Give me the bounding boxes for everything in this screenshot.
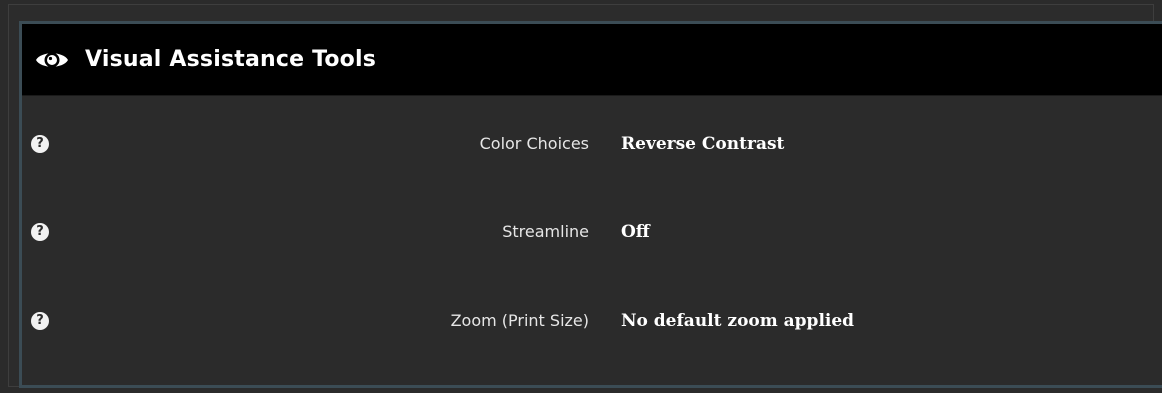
setting-row-color-choices: ? Color Choices Reverse Contrast xyxy=(22,126,1162,166)
panel-inner: Visual Assistance Tools ? Color Choices … xyxy=(19,21,1162,388)
setting-label: Color Choices xyxy=(479,134,589,153)
help-icon[interactable]: ? xyxy=(31,223,49,241)
setting-label: Zoom (Print Size) xyxy=(450,311,589,330)
help-icon[interactable]: ? xyxy=(31,312,49,330)
panel-header: Visual Assistance Tools xyxy=(22,24,1162,96)
help-icon[interactable]: ? xyxy=(31,135,49,153)
eye-icon xyxy=(35,48,69,72)
setting-value[interactable]: Off xyxy=(621,222,650,242)
setting-value[interactable]: Reverse Contrast xyxy=(621,134,784,154)
panel-title: Visual Assistance Tools xyxy=(85,47,377,72)
setting-value[interactable]: No default zoom applied xyxy=(621,311,854,331)
setting-label: Streamline xyxy=(502,222,589,241)
setting-row-streamline: ? Streamline Off xyxy=(22,214,1162,254)
visual-assistance-panel: Visual Assistance Tools ? Color Choices … xyxy=(8,4,1162,388)
setting-row-zoom: ? Zoom (Print Size) No default zoom appl… xyxy=(22,303,1162,343)
